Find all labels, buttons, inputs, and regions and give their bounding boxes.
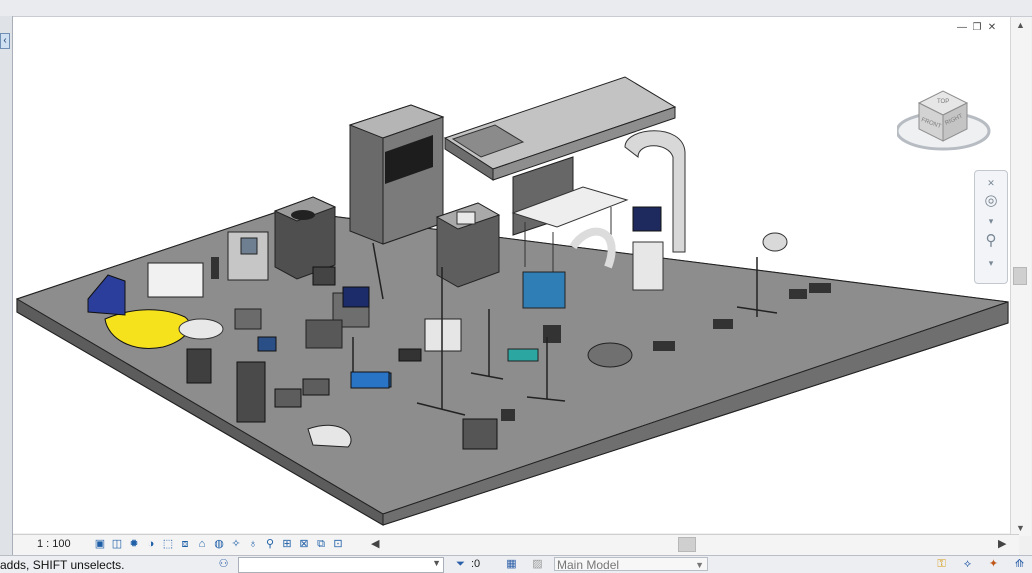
- 3d-viewport[interactable]: TOP FRONT RIGHT — ❐ ✕: [13, 17, 1019, 533]
- workset-icon[interactable]: ⚇: [216, 557, 231, 572]
- horizontal-scroll-thumb[interactable]: [678, 537, 696, 552]
- select-by-face-icon[interactable]: ⟰: [1012, 557, 1027, 572]
- editable-only-icon[interactable]: ▨: [530, 557, 545, 572]
- model-canvas[interactable]: [13, 17, 1019, 533]
- surgical-lamp-model: [762, 232, 788, 252]
- select-underlay-icon[interactable]: ⟡: [960, 557, 975, 572]
- minimize-icon[interactable]: —: [957, 23, 967, 33]
- show-crop-icon[interactable]: ⧈: [178, 537, 192, 551]
- title-strip: [0, 0, 1032, 17]
- scroll-right-icon[interactable]: ▶: [998, 537, 1006, 550]
- detail-level-icon[interactable]: ▣: [93, 537, 107, 551]
- view-window-controls: — ❐ ✕: [957, 23, 997, 33]
- highlight-displacement-icon[interactable]: ⊞: [280, 537, 294, 551]
- viewcube[interactable]: TOP FRONT RIGHT: [897, 83, 993, 163]
- view-control-bar: 1 : 100 ▣ ◫ ✹ ◑ ⬚ ⧈ ⌂ ◍ ✧ ♁ ⚲ ⊞ ⊠ ⧉ ⊡ ◀ …: [13, 534, 1019, 555]
- status-message: adds, SHIFT unselects.: [0, 558, 125, 572]
- view-scale[interactable]: 1 : 100: [37, 538, 71, 550]
- model-selector[interactable]: Main Model ▼: [554, 557, 708, 572]
- model-selector-value: Main Model: [557, 558, 620, 572]
- scroll-down-icon[interactable]: ▼: [1016, 523, 1025, 533]
- sun-path-icon[interactable]: ✹: [127, 537, 141, 551]
- filter-icon[interactable]: ⏷: [453, 557, 468, 572]
- scroll-left-icon[interactable]: ◀: [371, 537, 379, 550]
- crop-view-icon[interactable]: ⬚: [161, 537, 175, 551]
- status-bar: adds, SHIFT unselects. ⚇ ▼ ⏷ :0 ▦ ▨ Main…: [0, 555, 1032, 573]
- visual-style-icon[interactable]: ◫: [110, 537, 124, 551]
- scroll-up-icon[interactable]: ▲: [1016, 20, 1025, 30]
- navigation-bar: ✕ ◎ ▾ ⚲ ▾: [974, 170, 1008, 284]
- select-pinned-icon[interactable]: ✦: [986, 557, 1001, 572]
- restore-icon[interactable]: ❐: [972, 23, 982, 33]
- temporary-hide-icon[interactable]: ◍: [212, 537, 226, 551]
- zoom-dropdown-icon[interactable]: ▾: [981, 253, 1001, 273]
- view-control-icons: ▣ ◫ ✹ ◑ ⬚ ⧈ ⌂ ◍ ✧ ♁ ⚲ ⊞ ⊠ ⧉ ⊡: [93, 537, 345, 551]
- steering-wheel-icon[interactable]: ◎: [981, 191, 1001, 211]
- vertical-scroll-thumb[interactable]: [1013, 267, 1027, 285]
- washer-model: [435, 202, 501, 288]
- unlock-3d-icon[interactable]: ⌂: [195, 537, 209, 551]
- selection-count: :0: [471, 558, 481, 570]
- vertical-scrollbar[interactable]: ▲ ▼: [1010, 17, 1031, 536]
- temporary-view-properties-icon[interactable]: ⧉: [314, 537, 328, 551]
- analytical-model-icon[interactable]: ⚲: [263, 537, 277, 551]
- select-links-icon[interactable]: ⚿: [934, 557, 949, 572]
- reveal-hidden-icon[interactable]: ✧: [229, 537, 243, 551]
- close-navbar-icon[interactable]: ✕: [981, 173, 1001, 193]
- wheel-dropdown-icon[interactable]: ▾: [981, 211, 1001, 231]
- design-options-icon[interactable]: ▦: [504, 557, 519, 572]
- zoom-icon[interactable]: ⚲: [981, 231, 1001, 251]
- close-icon[interactable]: ✕: [987, 23, 997, 33]
- left-dock-strip: ‹: [0, 16, 13, 556]
- reveal-constraints-icon[interactable]: ⊠: [297, 537, 311, 551]
- chevron-down-icon: ▼: [695, 560, 704, 570]
- chevron-down-icon: ▼: [432, 558, 441, 568]
- left-panel-tab[interactable]: ‹: [0, 33, 10, 49]
- viewcube-top-label[interactable]: TOP: [937, 99, 949, 105]
- 3d-view-lock-icon[interactable]: ⊡: [331, 537, 345, 551]
- tall-cabinet-model: [348, 104, 445, 245]
- shadows-icon[interactable]: ◑: [144, 537, 158, 551]
- cart-base-model: [350, 371, 390, 389]
- workset-selector[interactable]: ▼: [238, 557, 444, 573]
- worksharing-display-icon[interactable]: ♁: [246, 537, 260, 551]
